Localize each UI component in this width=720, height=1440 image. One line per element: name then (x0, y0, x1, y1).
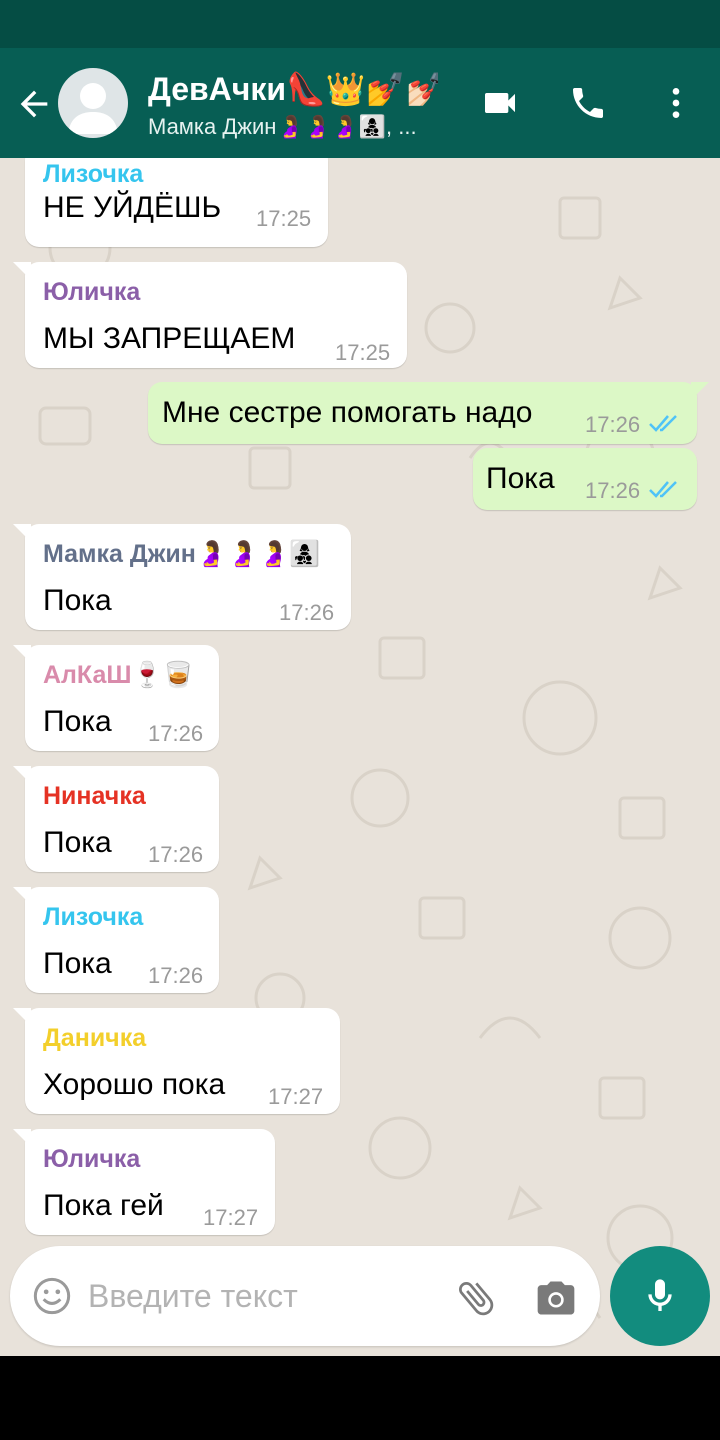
message-time: 17:26 (148, 963, 204, 988)
status-bar (0, 0, 720, 48)
message-time: 17:27 (203, 1205, 259, 1230)
message-input[interactable]: Введите текст (88, 1278, 298, 1315)
message-bubble[interactable]: Мамка Джин🤰🤰🤰👩‍👧‍👦 Пока 17:26 (13, 524, 351, 630)
message-time: 17:26 (148, 721, 204, 746)
message-text: Хорошо пока (43, 1068, 226, 1101)
chat-header: ДевАчки👠👑💅💅🏻 Мамка Джин🤰🤰🤰👩‍👧‍👦, ... (0, 48, 720, 158)
message-time: 17:26 (585, 412, 641, 437)
emoji-icon[interactable] (32, 1276, 72, 1316)
back-arrow-icon[interactable] (14, 84, 54, 124)
message-bubble[interactable]: Ниначка Пока 17:26 (13, 766, 219, 872)
read-receipt-icon (649, 481, 677, 498)
message-composer: Введите текст (10, 1246, 600, 1346)
message-bubble-outgoing[interactable]: Пока 17:26 (473, 448, 697, 510)
message-text: Мне сестре помогать надо (162, 396, 533, 429)
chat-participants[interactable]: Мамка Джин🤰🤰🤰👩‍👧‍👦, ... (148, 114, 438, 140)
camera-icon[interactable] (534, 1276, 578, 1320)
bubble-tail (691, 382, 709, 400)
message-time: 17:26 (279, 600, 335, 625)
message-sender: Лизочка (43, 903, 144, 931)
message-bubble[interactable]: Даничка Хорошо пока 17:27 (13, 1008, 340, 1114)
message-text: НЕ УЙДЁШЬ (43, 191, 222, 224)
message-text: Пока (43, 826, 112, 859)
message-time: 17:26 (585, 478, 641, 503)
message-text: Пока (43, 947, 112, 980)
avatar-placeholder-icon (68, 83, 118, 134)
attach-icon[interactable] (454, 1276, 498, 1320)
message-sender: Даничка (43, 1024, 147, 1052)
message-text: МЫ ЗАПРЕЩАЕМ (43, 322, 296, 355)
message-text: Пока гей (43, 1189, 164, 1222)
message-sender: Юличка (43, 1145, 141, 1173)
video-call-icon[interactable] (480, 83, 520, 123)
message-time: 17:27 (268, 1084, 324, 1109)
message-bubble[interactable]: АлКаШ🍷🥃 Пока 17:26 (13, 645, 219, 751)
chat-title[interactable]: ДевАчки👠👑💅💅🏻 (148, 70, 438, 108)
bubble-tail (13, 1129, 31, 1147)
message-text: Пока (43, 705, 112, 738)
bubble-tail (13, 887, 31, 905)
message-bubble-outgoing[interactable]: Мне сестре помогать надо 17:26 (148, 382, 709, 444)
group-avatar[interactable] (58, 68, 128, 138)
message-sender: Юличка (43, 278, 141, 306)
message-list[interactable]: Лизочка НЕ УЙДЁШЬ 17:25 Юличка МЫ ЗАПРЕЩ… (0, 158, 720, 1356)
message-time: 17:25 (335, 340, 391, 365)
message-bubble[interactable]: Юличка МЫ ЗАПРЕЩАЕМ 17:25 (13, 262, 407, 368)
message-bubble[interactable]: Юличка Пока гей 17:27 (13, 1129, 275, 1235)
message-sender: Ниначка (43, 782, 146, 810)
voice-call-icon[interactable] (568, 83, 608, 123)
voice-record-button[interactable] (610, 1246, 710, 1346)
bubble-tail (13, 1008, 31, 1026)
system-navigation-bar (0, 1356, 720, 1440)
message-text: Пока (43, 584, 112, 617)
bubble-tail (13, 524, 31, 542)
message-bubble[interactable]: Лизочка НЕ УЙДЁШЬ 17:25 (25, 158, 328, 247)
message-bubble[interactable]: Лизочка Пока 17:26 (13, 887, 219, 993)
message-time: 17:25 (256, 206, 312, 231)
bubble-tail (13, 766, 31, 784)
message-sender: АлКаШ🍷🥃 (43, 661, 194, 689)
bubble-tail (13, 645, 31, 663)
bubble-tail (13, 262, 31, 280)
message-sender: Лизочка (43, 160, 144, 188)
more-options-icon[interactable] (656, 83, 696, 123)
message-time: 17:26 (148, 842, 204, 867)
read-receipt-icon (649, 415, 677, 432)
microphone-icon (648, 1279, 672, 1311)
message-sender: Мамка Джин🤰🤰🤰👩‍👧‍👦 (43, 540, 321, 568)
message-text: Пока (486, 462, 555, 495)
